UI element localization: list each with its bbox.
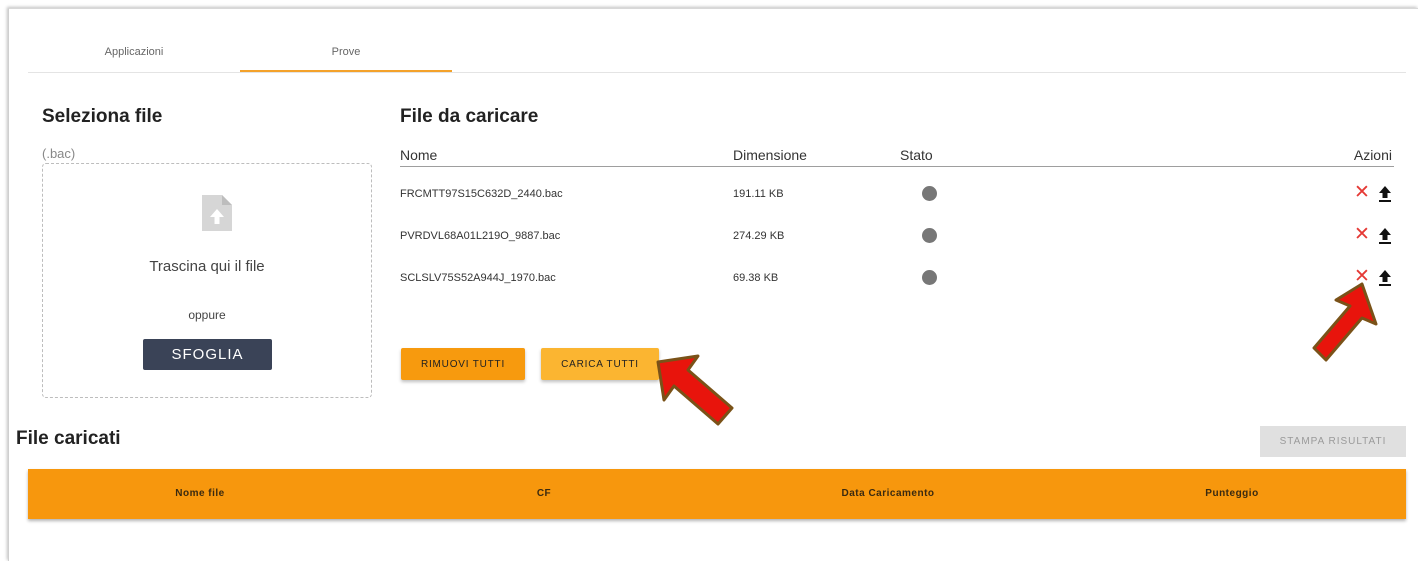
column-header-size: Dimensione: [733, 147, 807, 163]
file-upload-icon: [202, 195, 232, 231]
column-header-cf[interactable]: CF: [372, 469, 716, 519]
file-name: SCLSLV75S52A944J_1970.bac: [400, 272, 556, 284]
uploaded-files-title: File caricati: [16, 428, 121, 449]
column-header-name: Nome: [400, 147, 438, 163]
tab-prove[interactable]: Prove: [240, 36, 452, 72]
active-tab-indicator: [240, 70, 452, 72]
annotation-arrow-icon: [1312, 282, 1378, 362]
tab-bar: Applicazioni Prove: [28, 36, 1406, 73]
remove-all-button[interactable]: RIMUOVI TUTTI: [401, 348, 525, 380]
results-table-header: Nome file CF Data Caricamento Punteggio: [28, 469, 1406, 519]
table-row: SCLSLV75S52A944J_1970.bac 69.38 KB ✕: [400, 267, 1394, 290]
select-file-title: Seleziona file: [42, 106, 163, 127]
file-size: 69.38 KB: [733, 272, 779, 284]
status-dot-icon: [922, 186, 937, 201]
status-dot-icon: [922, 228, 937, 243]
column-header-file-name[interactable]: Nome file: [28, 469, 372, 519]
annotation-arrow-icon: [656, 354, 734, 426]
file-name: PVRDVL68A01L219O_9887.bac: [400, 230, 561, 242]
or-label: oppure: [188, 308, 226, 322]
print-results-button[interactable]: STAMPA RISULTATI: [1260, 426, 1406, 457]
remove-file-icon[interactable]: ✕: [1354, 183, 1370, 203]
tab-applicazioni[interactable]: Applicazioni: [28, 36, 240, 72]
header-divider: [400, 166, 1394, 167]
remove-file-icon[interactable]: ✕: [1354, 225, 1370, 245]
file-size: 191.11 KB: [733, 188, 784, 200]
file-name: FRCMTT97S15C632D_2440.bac: [400, 188, 563, 200]
drop-instruction: Trascina qui il file: [149, 258, 265, 275]
browse-button[interactable]: SFOGLIA: [143, 339, 272, 370]
files-to-upload-title: File da caricare: [400, 106, 539, 127]
upload-file-icon[interactable]: [1377, 227, 1393, 245]
upload-all-button[interactable]: CARICA TUTTI: [541, 348, 659, 380]
status-dot-icon: [922, 270, 937, 285]
column-header-score[interactable]: Punteggio: [1060, 469, 1404, 519]
column-header-status: Stato: [900, 147, 933, 163]
column-header-actions: Azioni: [1353, 147, 1392, 163]
table-row: FRCMTT97S15C632D_2440.bac 191.11 KB ✕: [400, 183, 1394, 206]
table-row: PVRDVL68A01L219O_9887.bac 274.29 KB ✕: [400, 225, 1394, 248]
column-header-upload-date[interactable]: Data Caricamento: [716, 469, 1060, 519]
file-extension-label: (.bac): [42, 146, 76, 161]
file-size: 274.29 KB: [733, 230, 785, 242]
upload-file-icon[interactable]: [1377, 185, 1393, 203]
